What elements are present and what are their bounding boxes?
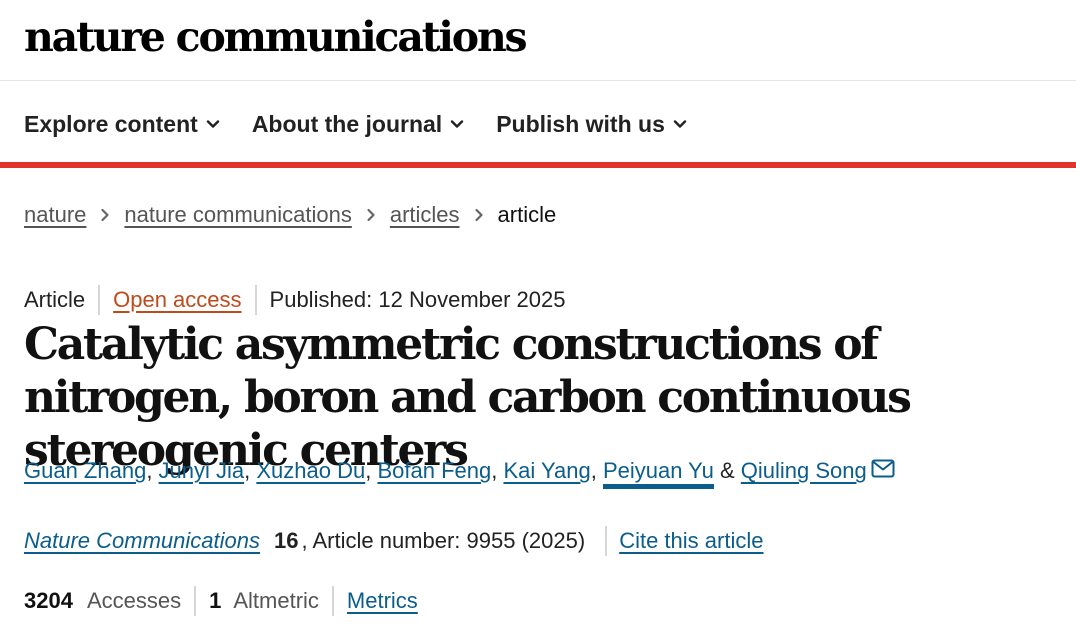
author-separator: , bbox=[365, 458, 378, 483]
article-type: Article bbox=[24, 287, 86, 312]
breadcrumb: nature nature communications articles ar… bbox=[24, 202, 556, 228]
chevron-right-icon bbox=[367, 208, 375, 222]
author-list: Guan Zhang, Junyi Jia, Xuzhao Du, Bofan … bbox=[24, 458, 895, 489]
author-separator: & bbox=[713, 458, 741, 483]
meta-divider bbox=[254, 285, 257, 315]
chevron-right-icon bbox=[101, 208, 109, 222]
author-link[interactable]: Guan Zhang bbox=[24, 458, 146, 483]
open-access-link[interactable]: Open access bbox=[113, 287, 241, 313]
site-logo[interactable]: nature communications bbox=[24, 12, 528, 62]
mail-icon[interactable] bbox=[871, 459, 895, 478]
chevron-right-icon bbox=[474, 208, 483, 222]
chevron-down-icon bbox=[450, 120, 464, 128]
accesses-count: 3204 bbox=[24, 588, 73, 613]
header-divider bbox=[0, 80, 1076, 81]
author-separator: , bbox=[244, 458, 257, 483]
cite-this-article-link[interactable]: Cite this article bbox=[619, 528, 763, 554]
citation-row: Nature Communications 16 , Article numbe… bbox=[24, 526, 763, 556]
meta-divider bbox=[98, 285, 101, 315]
journal-link[interactable]: Nature Communications bbox=[24, 528, 260, 554]
nav-about-the-journal[interactable]: About the journal bbox=[252, 111, 464, 138]
chevron-down-icon bbox=[206, 120, 220, 128]
volume-number: 16 bbox=[273, 528, 299, 553]
author-link[interactable]: Xuzhao Du bbox=[256, 458, 365, 483]
meta-divider bbox=[605, 526, 608, 556]
article-title: Catalytic asymmetric constructions of ni… bbox=[24, 319, 912, 476]
metrics-link[interactable]: Metrics bbox=[347, 588, 418, 614]
nav-publish-with-us[interactable]: Publish with us bbox=[496, 111, 687, 138]
author-link[interactable]: Bofan Feng bbox=[377, 458, 491, 483]
author-separator: , bbox=[491, 458, 504, 483]
article-meta: Article Open access Published: 12 Novemb… bbox=[24, 285, 566, 315]
chevron-down-icon bbox=[673, 120, 687, 128]
author-separator: , bbox=[590, 458, 603, 483]
main-nav: Explore content About the journal Publis… bbox=[24, 104, 719, 144]
author-link[interactable]: Kai Yang bbox=[503, 458, 590, 483]
header-accent-bar bbox=[0, 162, 1076, 168]
accesses-label: Accesses bbox=[86, 588, 182, 613]
breadcrumb-link-nature[interactable]: nature bbox=[24, 202, 86, 228]
altmetric-count: 1 bbox=[209, 588, 222, 613]
altmetric-label: Altmetric bbox=[233, 588, 319, 613]
author-separator: , bbox=[146, 458, 159, 483]
published-date: Published: 12 November 2025 bbox=[269, 287, 566, 312]
meta-divider bbox=[194, 586, 197, 616]
author-link[interactable]: Qiuling Song bbox=[741, 458, 867, 483]
meta-divider bbox=[331, 586, 334, 616]
nav-label: Publish with us bbox=[496, 110, 665, 137]
article-number: , Article number: 9955 (2025) bbox=[301, 528, 586, 553]
nav-explore-content[interactable]: Explore content bbox=[24, 111, 220, 138]
metrics-row: 3204 Accesses 1 Altmetric Metrics bbox=[24, 586, 418, 616]
breadcrumb-current: article bbox=[497, 202, 557, 227]
nav-label: Explore content bbox=[24, 110, 198, 137]
breadcrumb-link-nature-communications[interactable]: nature communications bbox=[124, 202, 351, 228]
author-link[interactable]: Junyi Jia bbox=[159, 458, 245, 483]
breadcrumb-link-articles[interactable]: articles bbox=[390, 202, 460, 228]
nav-label: About the journal bbox=[251, 110, 443, 137]
author-link-hovered[interactable]: Peiyuan Yu bbox=[602, 458, 714, 489]
